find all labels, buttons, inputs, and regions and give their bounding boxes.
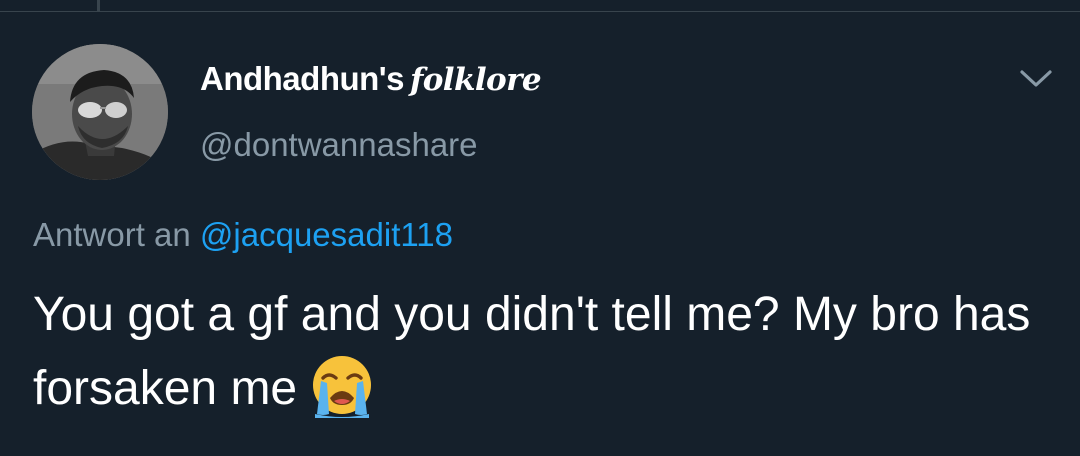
reply-prefix: Antwort an: [33, 216, 191, 253]
avatar[interactable]: [32, 44, 168, 180]
chevron-down-icon[interactable]: [1018, 64, 1054, 92]
author-handle[interactable]: @dontwannashare: [200, 126, 478, 164]
thread-connector-line: [97, 0, 100, 11]
avatar-photo: [32, 44, 168, 180]
tweet-body: You got a gf and you didn't tell me? My …: [33, 288, 1031, 415]
display-name[interactable]: Andhadhun's: [200, 60, 405, 98]
author-name[interactable]: Andhadhun's folklore: [200, 60, 542, 108]
display-name-styled[interactable]: folklore: [410, 62, 542, 98]
loudly-crying-face-icon: [309, 352, 375, 418]
reply-to-handle-link[interactable]: @jacquesadit118: [200, 216, 453, 253]
tweet-text: You got a gf and you didn't tell me? My …: [33, 278, 1053, 426]
tweet-divider: [0, 11, 1080, 12]
reply-context: Antwort an @jacquesadit118: [33, 216, 453, 254]
